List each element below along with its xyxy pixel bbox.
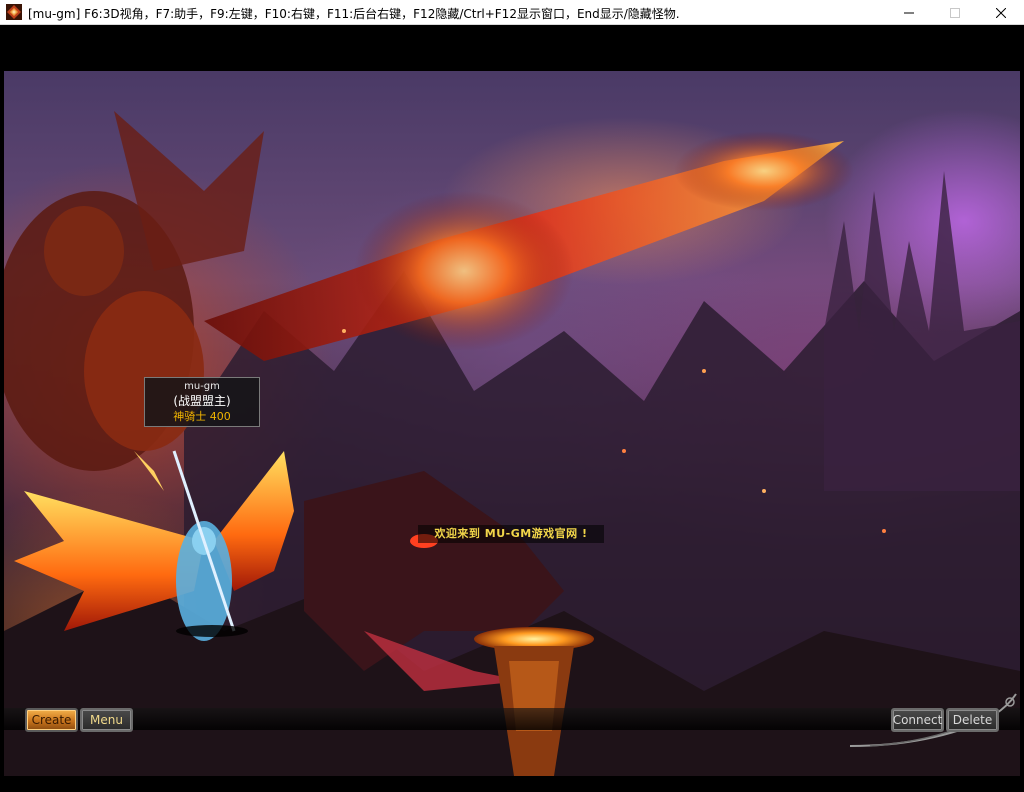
minimize-icon [904,12,914,13]
character-guild: (战盟盟主) [173,394,231,408]
title-bar: [mu-gm] F6:3D视角，F7:助手，F9:左键，F10:右键，F11:后… [0,0,1024,25]
game-app-icon[interactable] [6,4,22,20]
connect-button[interactable]: Connect [891,708,944,732]
welcome-banner: 欢迎来到 MU-GM游戏官网 ! [418,525,604,543]
character-nameplate: mu-gm (战盟盟主) 神骑士 400 [144,377,260,427]
close-icon [996,7,1006,18]
maximize-icon [950,7,960,18]
character-name: mu-gm [184,381,220,392]
game-viewport[interactable]: mu-gm (战盟盟主) 神骑士 400 欢迎来到 MU-GM游戏官网 ! Cr… [0,26,1024,792]
background-artwork: mu-gm (战盟盟主) 神骑士 400 欢迎来到 MU-GM游戏官网 ! [4,71,1020,776]
create-button[interactable]: Create [25,708,78,732]
close-button[interactable] [978,0,1024,25]
maximize-button[interactable] [932,0,978,25]
menu-button[interactable]: Menu [80,708,133,732]
minimize-button[interactable] [886,0,932,25]
character-class-level: 神骑士 400 [173,410,231,423]
window-title: [mu-gm] F6:3D视角，F7:助手，F9:左键，F10:右键，F11:后… [28,7,680,21]
delete-button[interactable]: Delete [946,708,999,732]
